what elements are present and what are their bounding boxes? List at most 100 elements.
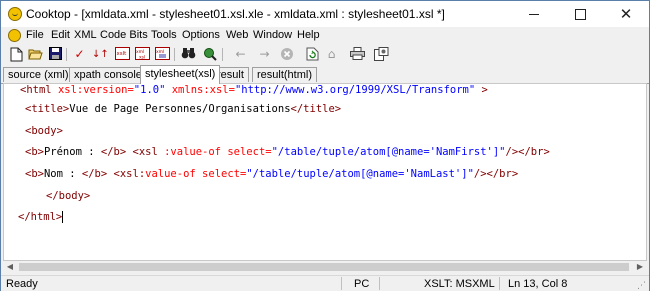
svg-text:xsl: xsl xyxy=(139,55,145,61)
code-token: <body> xyxy=(25,125,63,137)
tab-xpath-console[interactable]: xpath console xyxy=(69,67,147,82)
xml-to-xsl-icon[interactable]: xml xsl xyxy=(135,47,150,62)
code-token: select= xyxy=(202,168,247,180)
menu-tools[interactable]: Tools xyxy=(151,29,177,41)
code-token: value-of xyxy=(145,168,196,180)
code-token: </html> xyxy=(18,211,63,223)
code-token: "/table/tuple/atom[@name='NamFirst']" xyxy=(271,146,506,158)
home-icon[interactable]: ⌂ xyxy=(324,47,339,62)
code-token: </body> xyxy=(46,190,91,202)
code-token: <b> xyxy=(25,146,44,158)
code-token: <xsl: xyxy=(113,168,146,180)
open-folder-icon[interactable] xyxy=(28,47,43,62)
minimize-icon xyxy=(529,14,539,16)
status-separator xyxy=(499,277,500,290)
menu-file[interactable]: File xyxy=(26,29,44,41)
scroll-left-arrow-icon[interactable]: ◀ xyxy=(3,261,17,273)
code-token: > xyxy=(475,84,488,96)
search-web-icon[interactable] xyxy=(202,47,217,62)
code-token: </b> xyxy=(81,168,108,180)
menu-help[interactable]: Help xyxy=(297,29,320,41)
code-token: Nom : xyxy=(43,168,82,180)
xslt-icon[interactable]: xslt xyxy=(115,47,130,62)
code-token: </b> xyxy=(100,146,127,158)
svg-text:xslt: xslt xyxy=(117,51,128,57)
code-token: xmlns:xsl= xyxy=(171,84,235,96)
new-file-icon[interactable] xyxy=(9,47,24,62)
code-line: <b>Prénom : </b> <xsl :value-of select="… xyxy=(25,146,550,159)
code-line: </body> xyxy=(46,190,90,203)
status-separator xyxy=(341,277,342,290)
save-icon[interactable] xyxy=(48,47,63,62)
window-title: Cooktop - [xmldata.xml - stylesheet01.xs… xyxy=(26,7,445,21)
stop-icon[interactable] xyxy=(279,47,294,62)
binoculars-icon[interactable] xyxy=(181,47,196,62)
status-mode: PC xyxy=(354,278,370,290)
tab-source-xml[interactable]: source (xml) xyxy=(3,67,74,82)
scrollbar-thumb[interactable] xyxy=(19,263,629,271)
code-editor[interactable]: <html xsl:version="1.0" xmlns:xsl="http:… xyxy=(3,83,647,261)
code-token: <xsl xyxy=(132,146,165,158)
code-token: <title> xyxy=(25,103,70,115)
forward-arrow-icon[interactable]: → xyxy=(257,47,272,62)
status-ready: Ready xyxy=(6,278,38,290)
scroll-right-arrow-icon[interactable]: ▶ xyxy=(633,261,647,273)
xml-tree-icon[interactable]: xml xyxy=(155,47,170,62)
code-line: </html> xyxy=(18,211,64,224)
code-line: <b>Nom : </b> <xsl:value-of select="/tab… xyxy=(25,168,518,181)
horizontal-scrollbar[interactable]: ◀ ▶ xyxy=(3,261,647,273)
cooktop-logo-icon xyxy=(8,7,22,21)
status-xslt-processor: XSLT: MSXML xyxy=(424,278,495,290)
maximize-icon xyxy=(574,9,586,21)
code-token: "http://www.w3.org/1999/XSL/Transform" xyxy=(234,84,476,96)
code-token: :value-of xyxy=(164,146,222,158)
menu-window[interactable]: Window xyxy=(253,29,292,41)
menu-options[interactable]: Options xyxy=(182,29,220,41)
code-token: Prénom : xyxy=(43,146,101,158)
toolbar-separator xyxy=(66,48,67,61)
code-token: xsl:version= xyxy=(57,84,134,96)
menu-xml[interactable]: XML xyxy=(74,29,97,41)
menu-code-bits[interactable]: Code Bits xyxy=(100,29,148,41)
text-cursor xyxy=(62,211,64,223)
svg-text:xml: xml xyxy=(136,49,144,55)
code-token: "1.0" xyxy=(133,84,166,96)
menu-edit[interactable]: Edit xyxy=(51,29,70,41)
document-system-icon[interactable] xyxy=(8,29,21,42)
options-icon[interactable] xyxy=(374,47,389,62)
code-line: <title>Vue de Page Personnes/Organisatio… xyxy=(25,103,341,116)
code-token: "/table/tuple/atom[@name='NamLast']" xyxy=(246,168,474,180)
toolbar-separator xyxy=(222,48,223,61)
status-separator xyxy=(379,277,380,290)
code-token: select= xyxy=(227,146,272,158)
close-button[interactable]: ✕ xyxy=(603,1,649,27)
code-token: Vue de Page Personnes/Organisations xyxy=(69,103,291,115)
code-token: /></br> xyxy=(473,168,519,180)
tab-result-html[interactable]: result(html) xyxy=(252,67,318,82)
maximize-button[interactable] xyxy=(557,1,603,27)
code-token: /></br> xyxy=(505,146,550,158)
code-line: <body> xyxy=(25,125,63,138)
minimize-button[interactable] xyxy=(511,1,557,27)
code-token: <html xyxy=(20,84,58,96)
status-cursor-position: Ln 13, Col 8 xyxy=(508,278,568,290)
menu-bar: File Edit XML Code Bits Tools Options We… xyxy=(1,27,649,45)
toolbar: ✓ ↓↑ xslt xml xsl xml ← → ⌂ xyxy=(1,45,649,65)
code-token: <b> xyxy=(25,168,44,180)
code-token: </title> xyxy=(290,103,342,115)
check-icon[interactable]: ✓ xyxy=(72,47,87,62)
back-arrow-icon[interactable]: ← xyxy=(233,47,248,62)
refresh-icon[interactable] xyxy=(305,47,320,62)
print-icon[interactable] xyxy=(350,47,365,62)
title-bar[interactable]: Cooktop - [xmldata.xml - stylesheet01.xs… xyxy=(1,1,649,27)
document-tabs: source (xml) xpath console stylesheet(xs… xyxy=(1,65,649,84)
svg-text:xml: xml xyxy=(156,49,164,55)
code-line: <html xsl:version="1.0" xmlns:xsl="http:… xyxy=(20,84,488,97)
menu-web[interactable]: Web xyxy=(226,29,248,41)
tab-stylesheet-xsl[interactable]: stylesheet(xsl) xyxy=(140,65,221,84)
close-icon: ✕ xyxy=(619,5,633,23)
resize-grip-icon[interactable]: ⋰ xyxy=(637,280,647,290)
transform-icon[interactable]: ↓↑ xyxy=(92,47,109,62)
toolbar-separator xyxy=(174,48,175,61)
status-bar: Ready PC XSLT: MSXML Ln 13, Col 8 ⋰ xyxy=(1,275,649,291)
